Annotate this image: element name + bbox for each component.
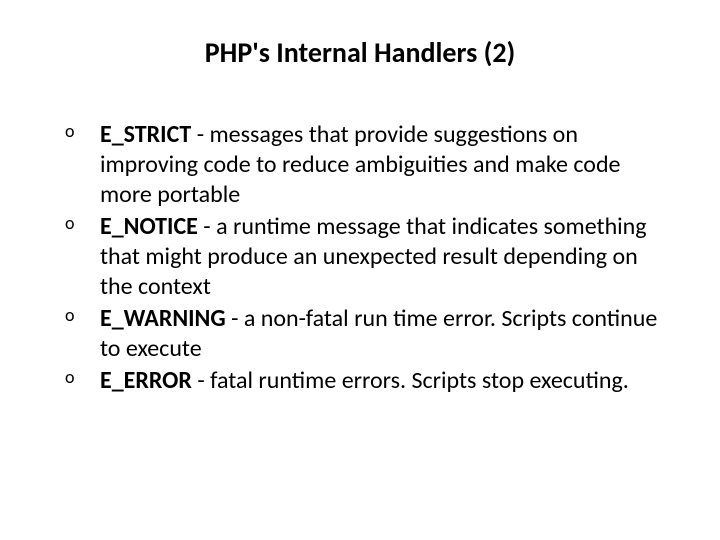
- list-item: o E_ERROR - fatal runtime errors. Script…: [65, 366, 675, 396]
- description: fatal runtime errors. Scripts stop execu…: [210, 366, 629, 395]
- bullet-icon: o: [65, 120, 75, 143]
- separator: -: [226, 304, 244, 333]
- term: E_ERROR: [100, 366, 192, 395]
- separator: -: [198, 212, 216, 241]
- term: E_STRICT: [100, 120, 191, 149]
- bullet-icon: o: [65, 212, 75, 235]
- separator: -: [192, 366, 210, 395]
- bullet-icon: o: [65, 304, 75, 327]
- bullet-icon: o: [65, 366, 75, 389]
- term: E_NOTICE: [100, 212, 198, 241]
- slide-title: PHP's Internal Handlers (2): [45, 35, 675, 70]
- bullet-list: o E_STRICT - messages that provide sugge…: [45, 120, 675, 396]
- separator: -: [191, 120, 209, 149]
- term: E_WARNING: [100, 304, 226, 333]
- list-item: o E_WARNING - a non-fatal run time error…: [65, 304, 675, 364]
- list-item: o E_NOTICE - a runtime message that indi…: [65, 212, 675, 302]
- list-item: o E_STRICT - messages that provide sugge…: [65, 120, 675, 210]
